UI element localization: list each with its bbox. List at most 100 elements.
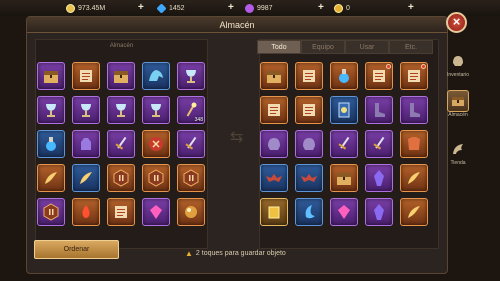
currency-purple-gem-value: 9987: [257, 4, 273, 12]
inventory-item-slot[interactable]: [400, 96, 428, 124]
warning-icon: ▲: [185, 249, 193, 258]
inventory-item-slot[interactable]: [365, 198, 393, 226]
inventory-item-slot[interactable]: [400, 164, 428, 192]
storage-item-slot[interactable]: [107, 62, 135, 90]
storage-item-slot[interactable]: [37, 198, 65, 226]
crystal-icon: [374, 204, 384, 220]
goblet-icon: [186, 70, 196, 83]
storage-item-slot[interactable]: [177, 62, 205, 90]
nav-inventario-label: Inventario: [447, 72, 469, 78]
storage-item-slot[interactable]: [177, 164, 205, 192]
storage-item-slot[interactable]: [177, 130, 205, 158]
scroll-icon: [303, 70, 315, 82]
gold-bar-icon: [268, 206, 280, 219]
helmet-icon: [303, 138, 315, 150]
card-icon: [338, 102, 350, 118]
inventory-item-slot[interactable]: [260, 62, 288, 90]
inventory-item-slot[interactable]: [295, 164, 323, 192]
storage-item-slot[interactable]: [37, 62, 65, 90]
inventory-item-slot[interactable]: [260, 198, 288, 226]
storage-item-slot[interactable]: [37, 164, 65, 192]
storage-item-slot[interactable]: [37, 130, 65, 158]
currency-token: 0: [334, 3, 350, 13]
currency-purple-gem: 9987: [245, 3, 273, 13]
sigil-icon: [43, 203, 59, 221]
inventory-item-slot[interactable]: [260, 130, 288, 158]
inventory-item-slot[interactable]: [260, 96, 288, 124]
feather-icon: [408, 206, 420, 218]
goblet-icon: [46, 104, 56, 117]
storage-item-slot[interactable]: [142, 130, 170, 158]
storage-item-slot[interactable]: [107, 96, 135, 124]
storage-item-slot[interactable]: [72, 164, 100, 192]
inventory-item-slot[interactable]: [365, 96, 393, 124]
nav-almacen[interactable]: Almacén: [446, 90, 470, 118]
helmet-icon: [447, 50, 469, 72]
inventory-item-slot[interactable]: [365, 130, 393, 158]
inventory-item-slot[interactable]: [365, 62, 393, 90]
add-blue-gem-button[interactable]: +: [228, 2, 234, 13]
storage-grid: 348: [37, 62, 205, 226]
inventory-item-slot[interactable]: [260, 164, 288, 192]
storage-item-slot[interactable]: [37, 96, 65, 124]
storage-item-slot[interactable]: [107, 130, 135, 158]
storage-item-slot[interactable]: [107, 164, 135, 192]
storage-item-slot[interactable]: [72, 62, 100, 90]
feather-icon: [408, 172, 420, 184]
bat-icon: [301, 174, 317, 182]
inventory-item-slot[interactable]: [295, 62, 323, 90]
storage-item-slot[interactable]: 348: [177, 96, 205, 124]
tab-todo[interactable]: Todo: [257, 40, 301, 54]
storage-item-slot[interactable]: [72, 198, 100, 226]
feather-icon: [45, 172, 57, 184]
inventory-item-slot[interactable]: [295, 198, 323, 226]
chest-icon: [114, 71, 128, 83]
storage-item-slot[interactable]: [107, 198, 135, 226]
moon-icon: [305, 205, 315, 219]
inventory-item-slot[interactable]: [365, 164, 393, 192]
inventory-item-slot[interactable]: [295, 130, 323, 158]
currency-token-value: 0: [346, 4, 350, 12]
storage-item-slot[interactable]: [142, 198, 170, 226]
inventory-item-slot[interactable]: [400, 198, 428, 226]
wing-icon: [447, 138, 469, 160]
inventory-item-slot[interactable]: [330, 62, 358, 90]
goblet-icon: [116, 104, 126, 117]
tab-usar[interactable]: Usar: [345, 40, 389, 54]
close-button[interactable]: ×: [446, 12, 467, 33]
inventory-item-slot[interactable]: [330, 198, 358, 226]
add-token-button[interactable]: +: [408, 2, 414, 13]
storage-item-slot[interactable]: [72, 96, 100, 124]
goblet-icon: [151, 104, 161, 117]
item-count: 348: [194, 117, 203, 123]
storage-panel-label: Almacén: [109, 43, 134, 49]
inventory-item-slot[interactable]: [330, 164, 358, 192]
scroll-icon: [80, 70, 92, 82]
new-badge: [386, 64, 391, 69]
sword-icon: [338, 136, 350, 150]
chest-icon: [267, 71, 281, 83]
purple-gem-icon: [245, 3, 254, 13]
inventory-item-slot[interactable]: [330, 130, 358, 158]
tab-equipo[interactable]: Equipo: [301, 40, 345, 54]
nav-tienda[interactable]: Tienda: [446, 138, 470, 166]
potion-icon: [46, 137, 56, 151]
storage-item-slot[interactable]: [142, 62, 170, 90]
hint-text: ▲ 2 toques para guardar objeto: [185, 249, 286, 258]
add-purple-gem-button[interactable]: +: [318, 2, 324, 13]
add-gold-button[interactable]: +: [138, 2, 144, 13]
sort-button[interactable]: Ordenar: [34, 240, 119, 259]
inventory-item-slot[interactable]: [400, 62, 428, 90]
transfer-arrows-icon: ⇆: [230, 129, 244, 146]
storage-item-slot[interactable]: [72, 130, 100, 158]
storage-item-slot[interactable]: [142, 164, 170, 192]
inventory-item-slot[interactable]: [400, 130, 428, 158]
tab-etc[interactable]: Etc.: [389, 40, 433, 54]
boots-icon: [375, 103, 385, 117]
inventory-item-slot[interactable]: [330, 96, 358, 124]
inventory-item-slot[interactable]: [295, 96, 323, 124]
gem-icon: [338, 205, 350, 219]
storage-item-slot[interactable]: [142, 96, 170, 124]
storage-item-slot[interactable]: [177, 198, 205, 226]
nav-inventario[interactable]: Inventario: [446, 50, 470, 78]
